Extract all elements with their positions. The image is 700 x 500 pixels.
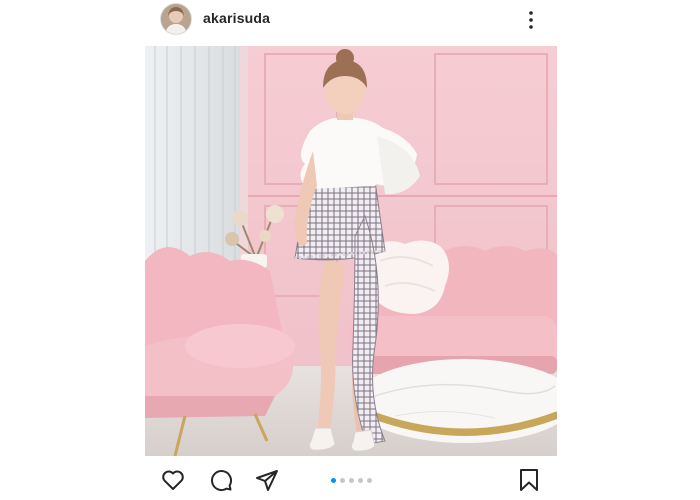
username[interactable]: akarisuda [203,10,270,26]
carousel-dot [367,478,372,483]
like-button[interactable] [159,466,187,494]
comment-icon [211,470,233,492]
action-bar [145,460,557,500]
avatar-image [161,4,191,34]
post-header: akarisuda [145,0,557,44]
heart-icon [162,470,184,490]
share-button[interactable] [253,466,281,494]
carousel-dot [340,478,345,483]
instagram-post: akarisuda [0,0,700,500]
pink-sofa [350,240,557,374]
carousel-dot [358,478,363,483]
carousel-dot-active [331,478,336,483]
carousel-dot [349,478,354,483]
carousel-indicator [331,478,372,483]
save-button[interactable] [515,466,543,494]
post-image[interactable] [145,46,557,456]
more-vertical-icon [529,11,533,29]
avatar[interactable] [161,4,191,34]
photo-pink-room [145,46,557,456]
share-icon [256,470,278,491]
comment-button[interactable] [207,466,235,494]
bookmark-icon [520,469,538,491]
more-options-button[interactable] [521,8,541,32]
